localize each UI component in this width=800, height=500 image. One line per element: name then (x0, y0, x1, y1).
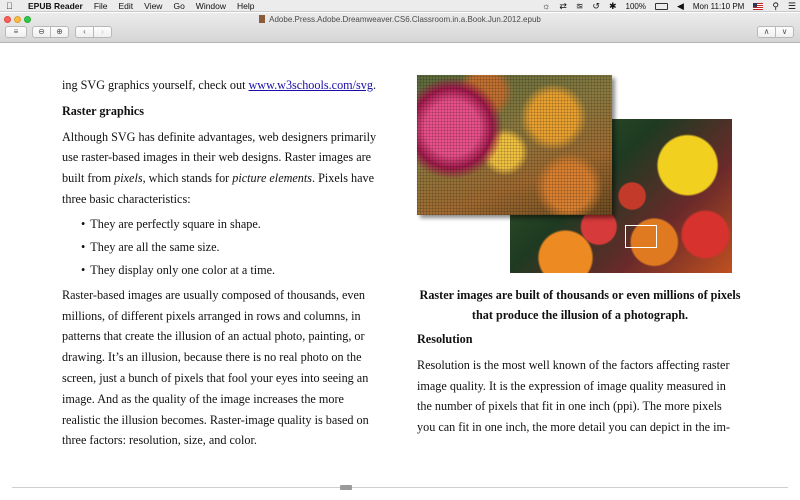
menu-go[interactable]: Go (173, 1, 184, 11)
left-column: ing SVG graphics yourself, check out www… (62, 75, 384, 451)
chevron-down-icon: ∨ (781, 27, 788, 36)
pixelated-rose-closeup (417, 75, 612, 215)
app-name-menu[interactable]: EPUB Reader (28, 1, 83, 11)
w3schools-link[interactable]: www.w3schools.com/svg (249, 78, 373, 92)
scroll-up-button[interactable]: ∧ (757, 26, 776, 38)
battery-icon[interactable] (654, 2, 668, 10)
list-item: They are perfectly square in shape. (81, 213, 384, 236)
page-scrubber-track[interactable] (12, 487, 788, 488)
list-icon: ≡ (13, 27, 19, 36)
zoom-out-icon: ⊖ (38, 27, 45, 36)
raster-figure (417, 75, 735, 273)
intro-paragraph: ing SVG graphics yourself, check out www… (62, 78, 377, 92)
window-title: Adobe.Press.Adobe.Dreamweaver.CS6.Classr… (0, 15, 800, 24)
us-flag-icon[interactable] (753, 2, 764, 10)
wifi-icon[interactable]: ≊ (576, 0, 584, 12)
status-area: ☼ ⇄ ≊ ↺ ✱ 100% ◀ Mon 11:10 PM ⚲ ☰ (542, 0, 796, 12)
title-bar: Adobe.Press.Adobe.Dreamweaver.CS6.Classr… (0, 13, 800, 43)
zoom-region-marker (625, 225, 657, 248)
chevron-up-icon: ∧ (763, 27, 770, 36)
spotlight-icon[interactable]: ⚲ (772, 0, 779, 12)
next-page-button[interactable]: › (93, 26, 112, 38)
body-paragraph: Although SVG has definite advantages, we… (62, 129, 377, 206)
notification-center-icon[interactable]: ☰ (788, 0, 796, 12)
figure-caption: Raster images are built of thousands or … (419, 288, 741, 322)
menu-view[interactable]: View (144, 1, 162, 11)
menu-bar:  EPUB Reader File Edit View Go Window H… (0, 0, 800, 12)
zoom-out-button[interactable]: ⊖ (32, 26, 51, 38)
list-item: They are all the same size. (81, 236, 384, 259)
menu-clock[interactable]: Mon 11:10 PM (693, 2, 744, 11)
epub-document-icon (259, 15, 266, 23)
section-heading-raster: Raster graphics (62, 103, 145, 118)
bluetooth-icon[interactable]: ✱ (609, 0, 617, 12)
battery-percent[interactable]: 100% (626, 2, 646, 11)
right-column: Resolution Resolution is the most well k… (417, 329, 735, 438)
chevron-left-icon: ‹ (83, 27, 86, 36)
scroll-down-button[interactable]: ∨ (775, 26, 794, 38)
page-scrubber-handle[interactable] (340, 485, 352, 490)
body-paragraph: Resolution is the most well known of the… (417, 357, 731, 435)
book-page: ing SVG graphics yourself, check out www… (0, 44, 800, 500)
volume-icon[interactable]: ◀ (677, 0, 684, 12)
menu-edit[interactable]: Edit (119, 1, 134, 11)
sync-icon[interactable]: ⇄ (559, 0, 567, 12)
section-heading-resolution: Resolution (417, 332, 473, 346)
list-item: They display only one color at a time. (81, 259, 384, 282)
apple-icon[interactable]:  (6, 1, 20, 11)
table-of-contents-button[interactable]: ≡ (5, 26, 27, 38)
status-icon[interactable]: ☼ (542, 0, 550, 12)
body-paragraph: Raster-based images are usually composed… (62, 287, 369, 448)
previous-page-button[interactable]: ‹ (75, 26, 94, 38)
menu-file[interactable]: File (94, 1, 108, 11)
chevron-right-icon: › (101, 27, 104, 36)
zoom-in-button[interactable]: ⊕ (50, 26, 69, 38)
menu-help[interactable]: Help (237, 1, 254, 11)
characteristics-list: They are perfectly square in shape. They… (81, 213, 384, 282)
time-machine-icon[interactable]: ↺ (592, 0, 600, 12)
menu-window[interactable]: Window (196, 1, 226, 11)
zoom-in-icon: ⊕ (56, 27, 63, 36)
